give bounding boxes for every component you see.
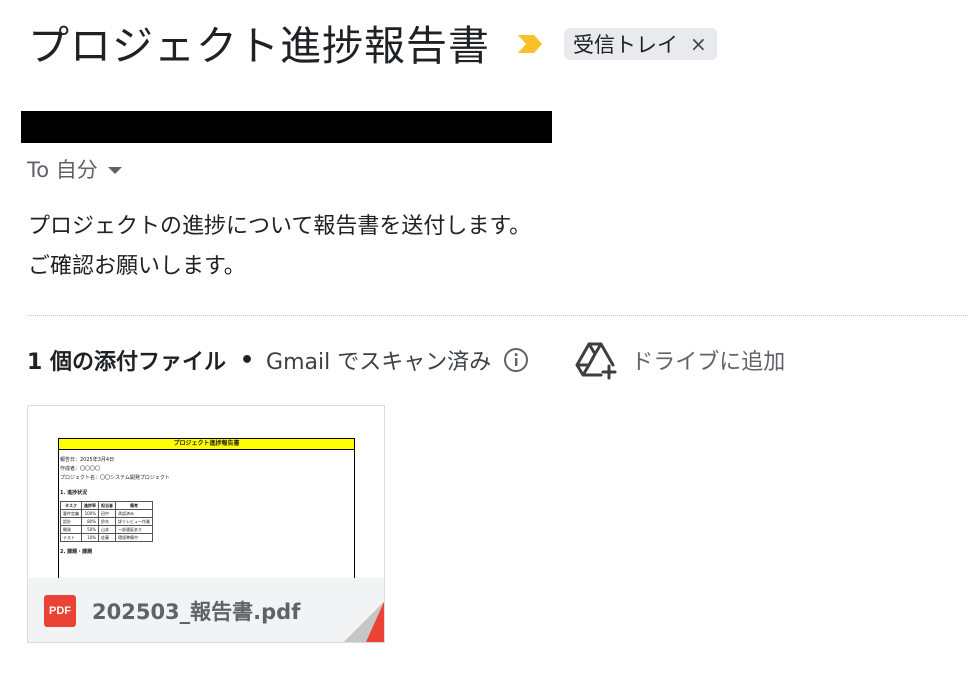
add-to-drive-label: ドライブに追加 bbox=[631, 350, 786, 375]
drive-add-icon bbox=[575, 342, 617, 380]
attachment-count: 1 個の添付ファイル bbox=[27, 350, 226, 375]
preview-table-cell: 一部遅延あり bbox=[115, 525, 153, 534]
preview-line: 報告日：2025年3月4日 bbox=[60, 457, 115, 463]
corner-fold-icon bbox=[344, 602, 384, 642]
scan-status: Gmail でスキャン済み bbox=[266, 350, 492, 375]
pdf-icon: PDF bbox=[44, 595, 76, 627]
preview-table-cell: 佐藤 bbox=[98, 533, 116, 542]
label-chip-text: 受信トレイ bbox=[573, 33, 678, 57]
preview-table-cell: 設計 bbox=[60, 517, 82, 526]
attachment-footer[interactable]: PDF 202503_報告書.pdf bbox=[28, 578, 384, 642]
preview-table-cell: テスト bbox=[60, 533, 82, 542]
attachment-card[interactable]: プロジェクト進捗報告書 報告日：2025年3月4日 作成者：〇〇〇〇 プロジェク… bbox=[27, 405, 385, 643]
add-to-drive-button[interactable]: ドライブに追加 bbox=[575, 340, 785, 380]
preview-table-cell: 50% bbox=[81, 525, 99, 534]
preview-table-cell: 備考 bbox=[115, 501, 153, 510]
attachments-header: 1 個の添付ファイル • Gmail でスキャン済み ドライブに追加 bbox=[27, 340, 785, 380]
attachment-filename: 202503_報告書.pdf bbox=[92, 600, 301, 624]
preview-table-cell: 担当者 bbox=[98, 501, 116, 510]
preview-title: プロジェクト進捗報告書 bbox=[58, 438, 355, 450]
recipient-label: To 自分 bbox=[27, 158, 98, 182]
caret-down-icon[interactable] bbox=[107, 167, 122, 174]
separator-dot: • bbox=[239, 347, 255, 373]
preview-table-row: 要件定義 100% 田中 承認済み bbox=[60, 509, 153, 518]
preview-table-cell: 開発 bbox=[60, 525, 82, 534]
divider bbox=[27, 315, 968, 316]
subject-row: プロジェクト進捗報告書 受信トレイ × bbox=[28, 14, 717, 70]
preview-table-row: テスト 10% 佐藤 環境準備中 bbox=[60, 533, 153, 542]
preview-table-header: タスク 進捗率 担当者 備考 bbox=[60, 501, 153, 510]
preview-table-cell: 10% bbox=[81, 533, 99, 542]
label-chip-inbox[interactable]: 受信トレイ × bbox=[564, 28, 717, 60]
preview-table-cell: 進捗率 bbox=[81, 501, 99, 510]
preview-table-cell: 承認済み bbox=[115, 509, 153, 518]
preview-table: タスク 進捗率 担当者 備考 要件定義 100% 田中 承認済み 設計 80% … bbox=[60, 501, 153, 542]
preview-line: 作成者：〇〇〇〇 bbox=[60, 466, 101, 472]
preview-section-heading: 2. 課題・課題 bbox=[60, 549, 93, 555]
preview-table-cell: 山本 bbox=[98, 525, 116, 534]
preview-table-cell: 詳リレビュー作業 bbox=[115, 517, 153, 526]
preview-table-cell: タスク bbox=[60, 501, 82, 510]
preview-line: プロジェクト名：〇〇システム開発プロジェクト bbox=[60, 475, 170, 481]
preview-table-row: 開発 50% 山本 一部遅延あり bbox=[60, 525, 153, 534]
sender-redacted bbox=[21, 111, 552, 143]
preview-table-cell: 田中 bbox=[98, 509, 116, 518]
preview-table-cell: 要件定義 bbox=[60, 509, 82, 518]
email-body: プロジェクトの進捗について報告書を送付します。 ご確認お願いします。 bbox=[28, 214, 532, 279]
recipient-dropdown[interactable]: To 自分 bbox=[27, 154, 122, 184]
email-subject: プロジェクト進捗報告書 bbox=[28, 22, 490, 70]
preview-table-cell: 100% bbox=[81, 509, 99, 518]
importance-marker-icon[interactable] bbox=[516, 33, 544, 55]
preview-table-cell: 鈴木 bbox=[98, 517, 116, 526]
close-icon[interactable]: × bbox=[690, 34, 707, 54]
preview-table-cell: 80% bbox=[81, 517, 99, 526]
preview-section-heading: 1. 進捗状況 bbox=[60, 490, 88, 496]
preview-table-cell: 環境準備中 bbox=[115, 533, 153, 542]
preview-table-row: 設計 80% 鈴木 詳リレビュー作業 bbox=[60, 517, 153, 526]
info-icon[interactable] bbox=[503, 347, 529, 373]
